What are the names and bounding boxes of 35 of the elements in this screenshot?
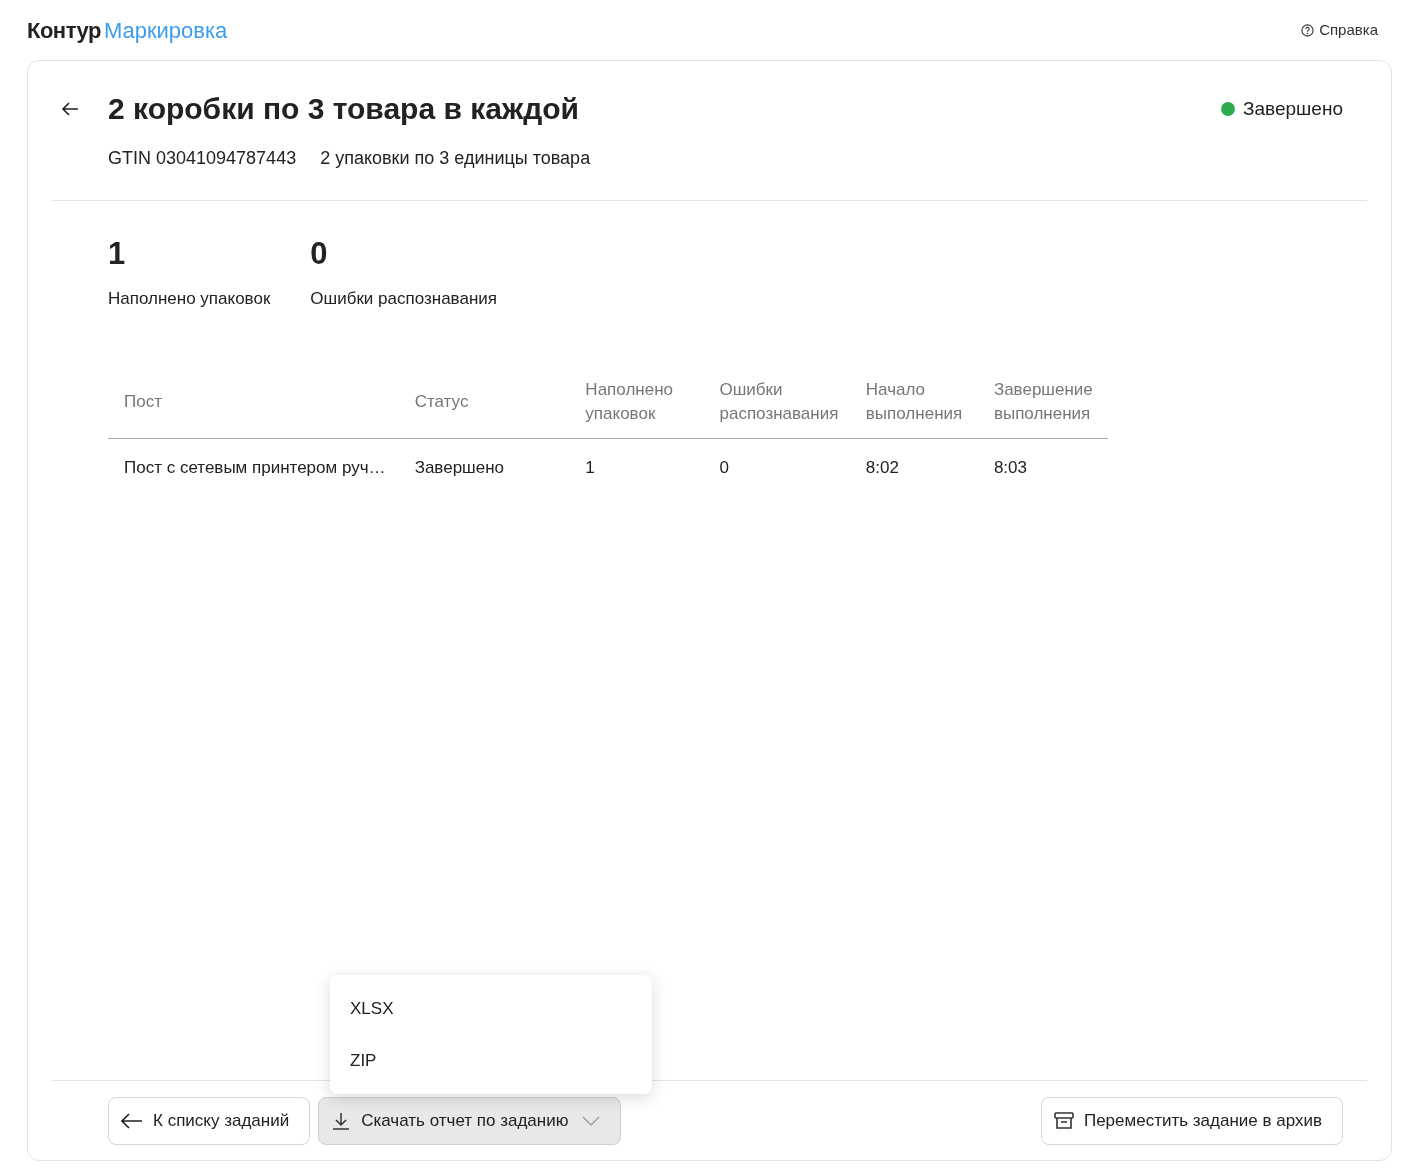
back-to-list-button[interactable]: К списку заданий: [108, 1097, 311, 1145]
logo-brand: Контур: [27, 16, 101, 45]
download-report-button[interactable]: Скачать отчет по заданию: [318, 1097, 622, 1145]
packaging-text: 2 упаковки по 3 единицы товара: [320, 147, 591, 170]
menu-item[interactable]: XLSX: [330, 983, 652, 1035]
task-status: Завершено: [1243, 96, 1343, 121]
stat-label: Наполнено упаковок: [108, 288, 271, 311]
stat-label: Ошибки распознавания: [310, 288, 497, 311]
help-icon: [1301, 23, 1315, 37]
table-cell: 0: [719, 457, 729, 477]
column-header: Ошибки распознавания: [719, 378, 840, 425]
column-header: Статус: [414, 390, 469, 413]
table-cell: Завершено: [414, 457, 505, 477]
archive-box-icon: [1053, 1112, 1074, 1130]
column-header: Пост: [124, 390, 162, 413]
logo-product: Маркировка: [103, 16, 228, 45]
gtin-text: GTIN 03041094787443: [108, 147, 297, 170]
arrow-left-icon: [121, 1113, 143, 1129]
download-icon: [331, 1111, 352, 1131]
status-dot-icon: [1221, 102, 1236, 116]
archive-button[interactable]: Переместить задание в архив: [1040, 1097, 1343, 1145]
column-header: Начало выполнения: [865, 378, 964, 425]
back-arrow-icon[interactable]: [60, 101, 80, 117]
stat-value: 0: [310, 235, 329, 273]
table-cell: 8:02: [865, 457, 899, 477]
task-title: 2 коробки по 3 товара в каждой: [108, 91, 579, 127]
table-cell: Пост с сетевым принтером руч…: [124, 457, 386, 477]
stat-value: 1: [108, 235, 127, 273]
table-cell: 1: [585, 457, 595, 477]
help-link[interactable]: Справка: [1301, 18, 1378, 42]
column-header: Завершение выполнения: [993, 378, 1094, 425]
column-header: Наполнено упаковок: [585, 378, 674, 425]
table-cell: 8:03: [993, 457, 1027, 477]
menu-item[interactable]: ZIP: [330, 1034, 652, 1086]
caret-icon: [582, 1116, 601, 1126]
